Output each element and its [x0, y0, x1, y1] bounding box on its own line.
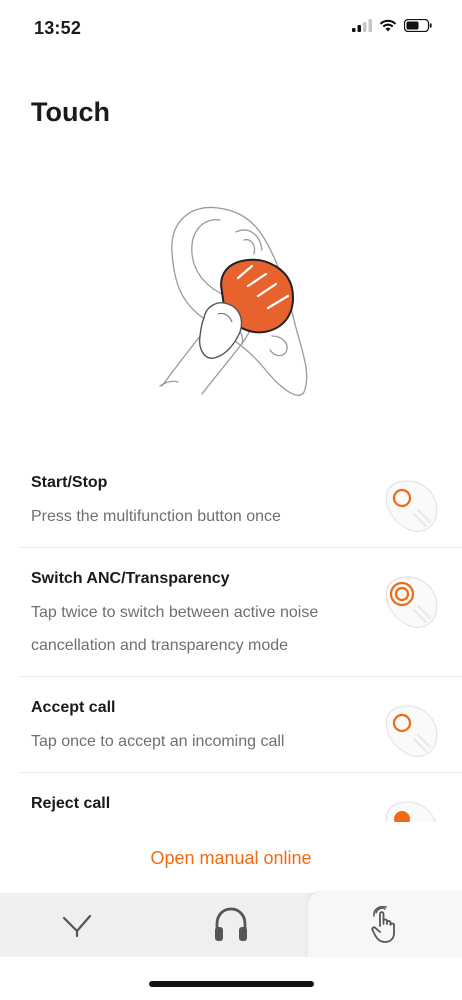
- home-indicator: [149, 981, 314, 987]
- gesture-title: Switch ANC/Transparency: [31, 570, 230, 587]
- status-icons: [352, 19, 432, 32]
- gesture-description: Tap once to accept an incoming call: [31, 733, 285, 750]
- bottom-tab-bar: [0, 893, 462, 957]
- status-bar: 13:52: [0, 0, 462, 56]
- gesture-row-start-stop: Start/Stop Press the multifunction butto…: [19, 452, 462, 548]
- battery-icon: [404, 19, 432, 32]
- touch-gesture-icon: [371, 906, 395, 943]
- gesture-title: Reject call: [31, 795, 111, 812]
- gesture-description: Press the multifunction button once: [31, 508, 281, 525]
- gesture-row-accept-call: Accept call Tap once to accept an incomi…: [19, 677, 462, 773]
- gesture-title: Start/Stop: [31, 474, 108, 491]
- cellular-signal-icon: [352, 19, 372, 32]
- hold-icon: [380, 797, 440, 822]
- status-time: 13:52: [34, 18, 82, 38]
- wifi-icon: [379, 19, 397, 32]
- single-tap-icon: [380, 701, 440, 761]
- double-tap-icon: [380, 572, 440, 632]
- brand-logo-icon: [62, 914, 92, 937]
- tab-touch[interactable]: [308, 893, 462, 957]
- earbud-touch-illustration: [148, 196, 316, 404]
- gesture-row-switch-anc: Switch ANC/Transparency Tap twice to swi…: [19, 548, 462, 677]
- gesture-title: Accept call: [31, 699, 116, 716]
- tab-logo[interactable]: [0, 893, 154, 957]
- single-tap-icon: [380, 476, 440, 536]
- gesture-list[interactable]: Start/Stop Press the multifunction butto…: [19, 452, 462, 822]
- page-title: Touch: [31, 97, 110, 127]
- tab-headphones[interactable]: [154, 893, 308, 957]
- gesture-description: Tap twice to switch between active noise…: [31, 604, 319, 654]
- headphones-icon: [215, 907, 247, 941]
- gesture-row-reject-call: Reject call: [19, 773, 462, 822]
- open-manual-link[interactable]: Open manual online: [0, 848, 462, 869]
